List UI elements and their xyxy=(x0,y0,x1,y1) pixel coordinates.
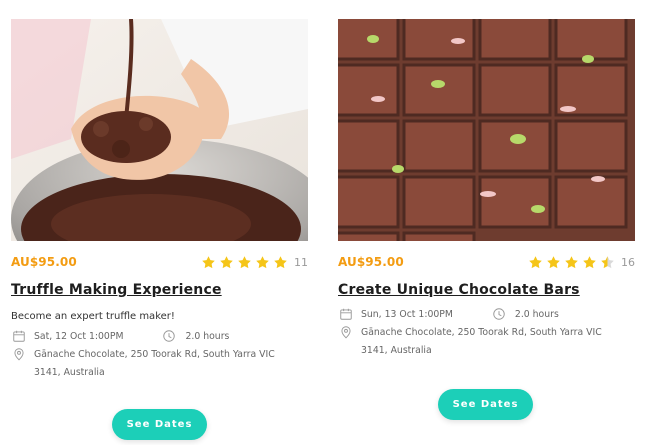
star-icon xyxy=(220,255,233,268)
event-photo-truffle[interactable] xyxy=(11,19,308,241)
star-rating: 16 xyxy=(525,255,635,270)
event-subtitle: Become an expert truffle maker! xyxy=(11,311,175,322)
star-icon xyxy=(529,255,542,268)
star-icon xyxy=(565,255,578,268)
event-address: Gānache Chocolate, 250 Toorak Rd, South … xyxy=(34,349,275,378)
star-icon xyxy=(202,255,215,268)
calendar-icon xyxy=(338,306,354,322)
event-card-chocolate-bars[interactable]: AU$95.00 16 Create Unique Chocolate Bars… xyxy=(338,19,635,360)
star-half-icon xyxy=(601,255,614,268)
clock-icon xyxy=(161,328,177,344)
price-label: AU$95.00 xyxy=(11,255,77,269)
location-pin-icon xyxy=(11,346,27,362)
star-icon xyxy=(238,255,251,268)
event-address: Gānache Chocolate, 250 Toorak Rd, South … xyxy=(361,327,602,356)
event-date: Sat, 12 Oct 1:00PM xyxy=(34,331,124,342)
review-count: 16 xyxy=(621,255,635,269)
event-title[interactable]: Truffle Making Experience xyxy=(11,282,308,298)
star-icon xyxy=(256,255,269,268)
clock-icon xyxy=(491,306,507,322)
event-duration: 2.0 hours xyxy=(514,309,559,320)
event-title[interactable]: Create Unique Chocolate Bars xyxy=(338,282,635,298)
price-label: AU$95.00 xyxy=(338,255,404,269)
see-dates-button[interactable]: See Dates xyxy=(438,389,533,420)
star-icon xyxy=(547,255,560,268)
event-photo-chocolate-bars[interactable] xyxy=(338,19,635,241)
review-count: 11 xyxy=(294,255,308,269)
event-card-truffle[interactable]: AU$95.00 11 Truffle Making Experience Be… xyxy=(11,19,308,382)
star-rating: 11 xyxy=(198,255,308,270)
event-date: Sun, 13 Oct 1:00PM xyxy=(361,309,453,320)
location-pin-icon xyxy=(338,324,354,340)
calendar-icon xyxy=(11,328,27,344)
star-icon xyxy=(583,255,596,268)
star-icon xyxy=(274,255,287,268)
event-duration: 2.0 hours xyxy=(185,331,230,342)
see-dates-button[interactable]: See Dates xyxy=(112,409,207,440)
